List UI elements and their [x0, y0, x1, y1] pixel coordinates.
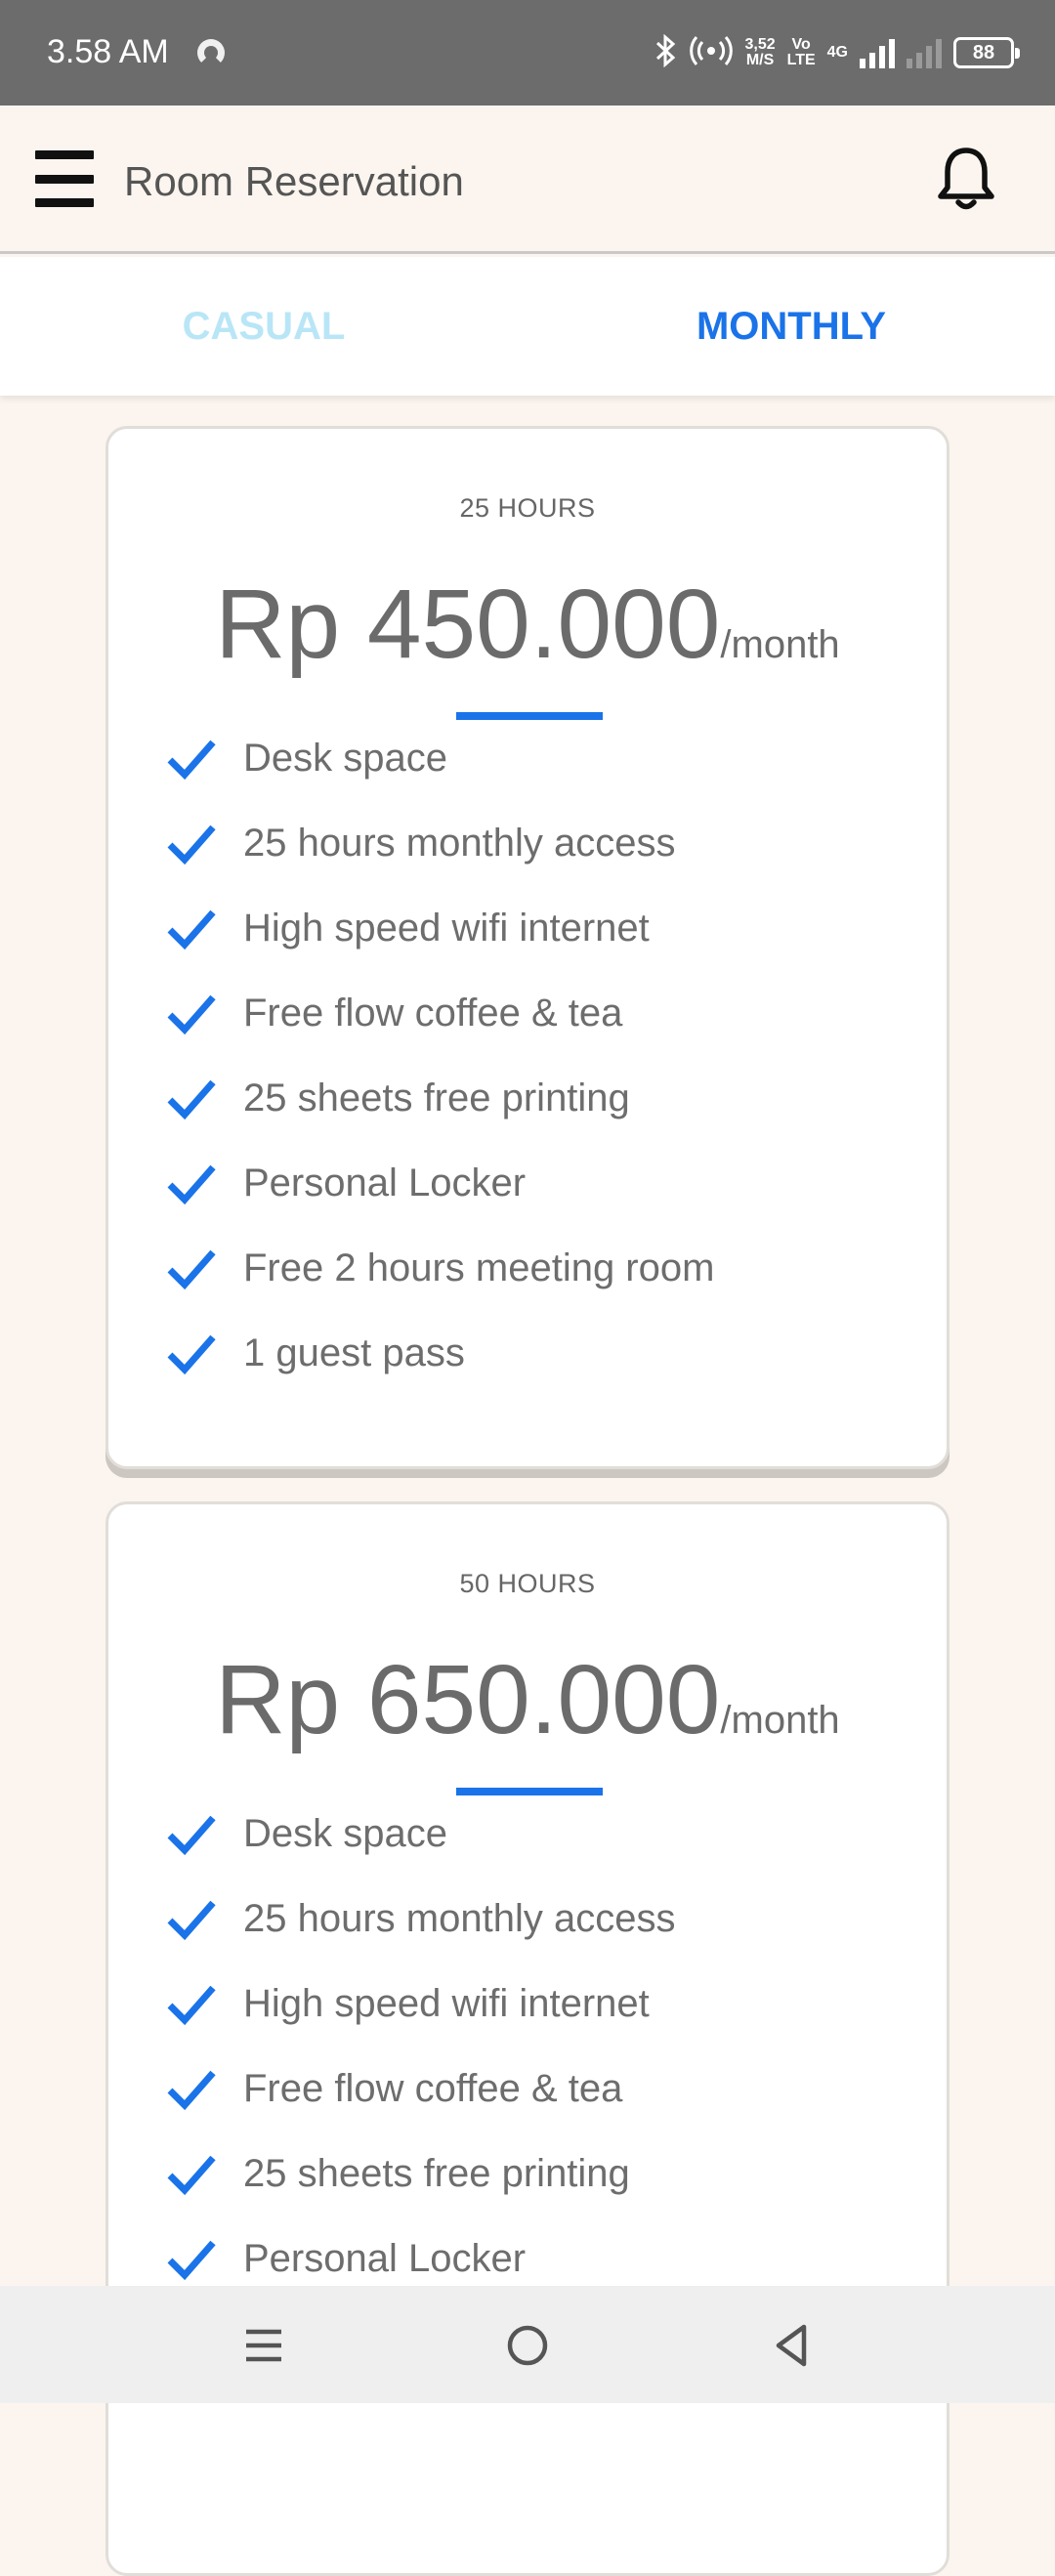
feature-label: 25 hours monthly access — [243, 822, 676, 865]
feature-label: High speed wifi internet — [243, 1982, 650, 2025]
feature-item: 25 sheets free printing — [167, 2132, 909, 2217]
network-speed: 3,52 M/S — [744, 37, 775, 68]
feature-item: Desk space — [167, 716, 909, 801]
hamburger-menu-icon[interactable] — [35, 150, 94, 207]
checkmark-icon — [167, 1985, 216, 2025]
feature-item: High speed wifi internet — [167, 1962, 909, 2047]
feature-label: Free flow coffee & tea — [243, 992, 623, 1035]
system-nav-bar — [0, 2286, 1055, 2403]
feature-label: High speed wifi internet — [243, 907, 650, 950]
tab-casual[interactable]: CASUAL — [0, 257, 528, 396]
back-triangle-icon[interactable] — [757, 2311, 825, 2380]
checkmark-icon — [167, 1815, 216, 1855]
feature-label: 25 hours monthly access — [243, 1897, 676, 1940]
signal-strength-sim2-icon — [907, 37, 942, 68]
feature-item: Free flow coffee & tea — [167, 971, 909, 1056]
price-row: Rp 650.000/month — [108, 1644, 947, 1756]
feature-item: Free flow coffee & tea — [167, 2047, 909, 2132]
plan-name: 25 HOURS — [459, 493, 596, 523]
price-period: /month — [720, 1699, 840, 1742]
network-speed-unit: M/S — [745, 52, 775, 68]
feature-item: 25 hours monthly access — [167, 1877, 909, 1962]
price-period: /month — [720, 623, 840, 666]
sync-icon — [197, 39, 225, 66]
price-row: Rp 450.000/month — [108, 569, 947, 681]
bluetooth-icon — [654, 33, 678, 72]
feature-item: Free 2 hours meeting room — [167, 1226, 909, 1311]
plan-name: 50 HOURS — [459, 1569, 596, 1598]
home-circle-icon[interactable] — [493, 2311, 562, 2380]
checkmark-icon — [167, 2240, 216, 2280]
plan-type-tabs: CASUAL MONTHLY — [0, 257, 1055, 396]
feature-label: Personal Locker — [243, 2237, 527, 2280]
bell-icon[interactable] — [930, 145, 1002, 215]
feature-item: High speed wifi internet — [167, 886, 909, 971]
recent-apps-icon[interactable] — [230, 2311, 298, 2380]
page-title: Room Reservation — [124, 158, 464, 204]
battery-icon: 88 — [953, 37, 1020, 68]
feature-label: 1 guest pass — [243, 1331, 465, 1374]
checkmark-icon — [167, 994, 216, 1035]
feature-label: Desk space — [243, 1812, 447, 1855]
battery-level: 88 — [972, 41, 995, 63]
status-time: 3.58 AM — [47, 33, 169, 70]
feature-item: Personal Locker — [167, 1141, 909, 1226]
checkmark-icon — [167, 2070, 216, 2110]
lte-label: 4G — [826, 44, 848, 61]
checkmark-icon — [167, 824, 216, 865]
app-bar: Room Reservation — [0, 106, 1055, 254]
hotspot-icon — [690, 34, 734, 72]
plan-card[interactable]: 25 HOURS Rp 450.000/month Desk space 25 … — [106, 426, 950, 1469]
checkmark-icon — [167, 909, 216, 950]
feature-item: 25 hours monthly access — [167, 801, 909, 886]
plan-price: Rp 650.000 — [215, 1645, 721, 1754]
feature-list: Desk space 25 hours monthly access High … — [167, 716, 909, 1396]
checkmark-icon — [167, 739, 216, 780]
plan-card[interactable]: 50 HOURS Rp 650.000/month Desk space 25 … — [106, 1501, 950, 2576]
feature-list: Desk space 25 hours monthly access High … — [167, 1792, 909, 2302]
checkmark-icon — [167, 1079, 216, 1119]
feature-item: 25 sheets free printing — [167, 1056, 909, 1141]
checkmark-icon — [167, 1164, 216, 1204]
checkmark-icon — [167, 2155, 216, 2195]
feature-label: 25 sheets free printing — [243, 2152, 630, 2195]
feature-label: Free flow coffee & tea — [243, 2067, 623, 2110]
volte-indicator: Vo LTE — [787, 37, 816, 68]
status-icons: 3,52 M/S Vo LTE 4G 88 — [654, 29, 1020, 76]
checkmark-icon — [167, 1900, 216, 1940]
feature-label: Personal Locker — [243, 1161, 527, 1204]
checkmark-icon — [167, 1249, 216, 1289]
feature-item: 1 guest pass — [167, 1311, 909, 1396]
feature-label: 25 sheets free printing — [243, 1077, 630, 1119]
feature-label: Free 2 hours meeting room — [243, 1246, 715, 1289]
network-speed-value: 3,52 — [744, 36, 776, 53]
volte-bottom: LTE — [786, 52, 816, 68]
plan-price: Rp 450.000 — [215, 570, 721, 679]
signal-strength-icon — [860, 37, 895, 68]
volte-top: Vo — [791, 36, 811, 53]
status-bar: 3.58 AM 3,52 M/S Vo LTE 4G 88 — [0, 0, 1055, 106]
feature-label: Desk space — [243, 737, 447, 780]
checkmark-icon — [167, 1334, 216, 1374]
feature-item: Desk space — [167, 1792, 909, 1877]
tab-monthly[interactable]: MONTHLY — [528, 257, 1055, 396]
